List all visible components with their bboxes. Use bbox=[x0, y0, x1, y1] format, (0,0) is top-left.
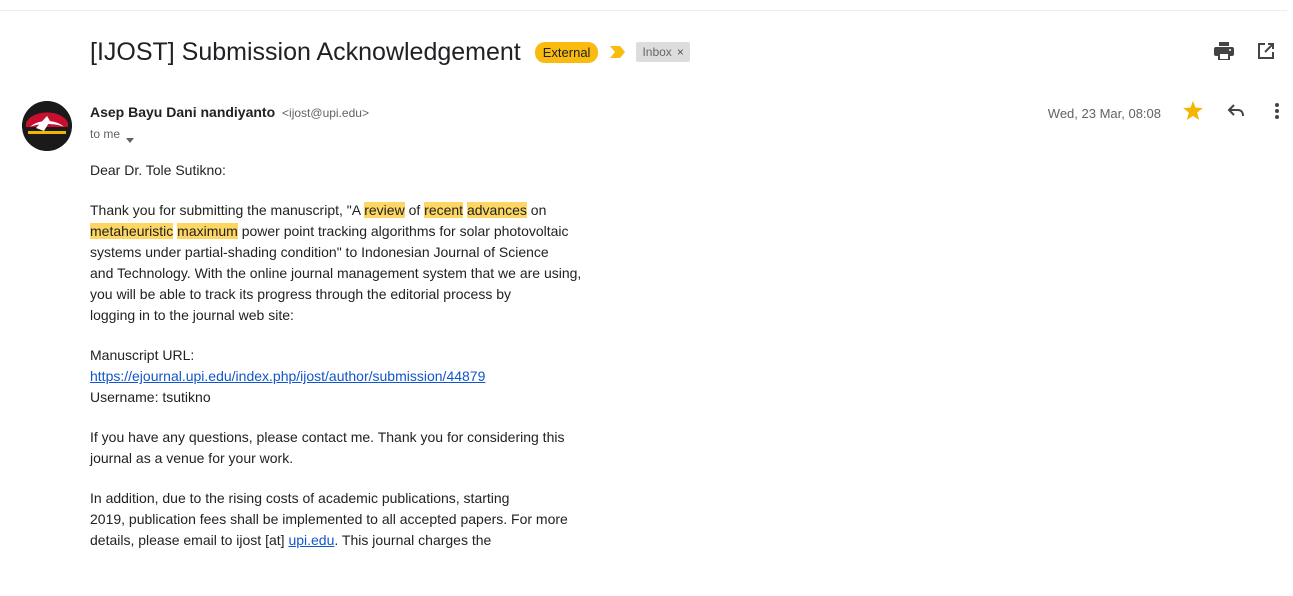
text-run: on bbox=[526, 202, 547, 218]
manuscript-url-link[interactable]: https://ejournal.upi.edu/index.php/ijost… bbox=[90, 368, 485, 384]
text-line: you will be able to track its progress t… bbox=[90, 286, 511, 302]
sender-row: Asep Bayu Dani nandiyanto <ijost@upi.edu… bbox=[90, 104, 369, 120]
search-highlight: metaheuristic bbox=[90, 223, 174, 239]
reply-icon[interactable] bbox=[1227, 103, 1245, 123]
more-vert-icon[interactable] bbox=[1275, 102, 1279, 124]
paragraph-submission: Thank you for submitting the manuscript,… bbox=[90, 200, 650, 326]
importance-marker-icon[interactable] bbox=[608, 44, 626, 60]
text-line: In addition, due to the rising costs of … bbox=[90, 490, 510, 506]
message-body: Dear Dr. Tole Sutikno: Thank you for sub… bbox=[90, 160, 650, 570]
message-date: Wed, 23 Mar, 08:08 bbox=[1047, 105, 1161, 121]
search-highlight: maximum bbox=[177, 223, 238, 239]
text-line: systems under partial-shading condition"… bbox=[90, 244, 549, 260]
text-run: . This journal charges the bbox=[334, 532, 492, 548]
top-actions bbox=[1213, 40, 1277, 62]
manuscript-url-label: Manuscript URL: bbox=[90, 347, 195, 363]
text-line: logging in to the journal web site: bbox=[90, 307, 294, 323]
sender-email: <ijost@upi.edu> bbox=[282, 106, 369, 120]
recipient-row[interactable]: to me bbox=[90, 127, 135, 143]
top-divider bbox=[0, 10, 1287, 11]
text-line: journal as a venue for your work. bbox=[90, 450, 294, 466]
chevron-down-icon[interactable] bbox=[126, 132, 135, 143]
text-run: power point tracking algorithms for sola… bbox=[237, 223, 569, 239]
subject-row: [IJOST] Submission Acknowledgement Exter… bbox=[90, 34, 690, 70]
text-run: of bbox=[404, 202, 425, 218]
star-icon[interactable] bbox=[1183, 101, 1203, 125]
label-inbox[interactable]: Inbox × bbox=[636, 42, 690, 62]
search-highlight: advances bbox=[466, 202, 527, 218]
email-subject: [IJOST] Submission Acknowledgement bbox=[90, 37, 521, 66]
recipient-text: to me bbox=[90, 127, 121, 141]
text-line: 2019, publication fees shall be implemen… bbox=[90, 511, 568, 527]
paragraph-contact: If you have any questions, please contac… bbox=[90, 427, 650, 469]
remove-label-icon[interactable]: × bbox=[677, 45, 684, 59]
print-icon[interactable] bbox=[1213, 40, 1235, 62]
paragraph-manuscript-info: Manuscript URL: https://ejournal.upi.edu… bbox=[90, 345, 650, 408]
paragraph-fees: In addition, due to the rising costs of … bbox=[90, 488, 650, 551]
text-line: and Technology. With the online journal … bbox=[90, 265, 582, 281]
text-run: details, please email to ijost [at] bbox=[90, 532, 289, 548]
username-text: Username: tsutikno bbox=[90, 389, 211, 405]
search-highlight: review bbox=[364, 202, 405, 218]
search-highlight: recent bbox=[424, 202, 464, 218]
label-inbox-text: Inbox bbox=[642, 45, 672, 59]
text-line: If you have any questions, please contac… bbox=[90, 429, 565, 445]
text-run: Thank you for submitting the manuscript,… bbox=[90, 202, 365, 218]
sender-avatar[interactable] bbox=[22, 101, 72, 151]
message-meta: Wed, 23 Mar, 08:08 bbox=[1048, 101, 1279, 125]
sender-name[interactable]: Asep Bayu Dani nandiyanto bbox=[90, 104, 275, 120]
label-external[interactable]: External bbox=[534, 41, 599, 63]
greeting: Dear Dr. Tole Sutikno: bbox=[90, 162, 226, 178]
open-in-new-window-icon[interactable] bbox=[1255, 40, 1277, 62]
email-domain-link[interactable]: upi.edu bbox=[288, 532, 334, 548]
